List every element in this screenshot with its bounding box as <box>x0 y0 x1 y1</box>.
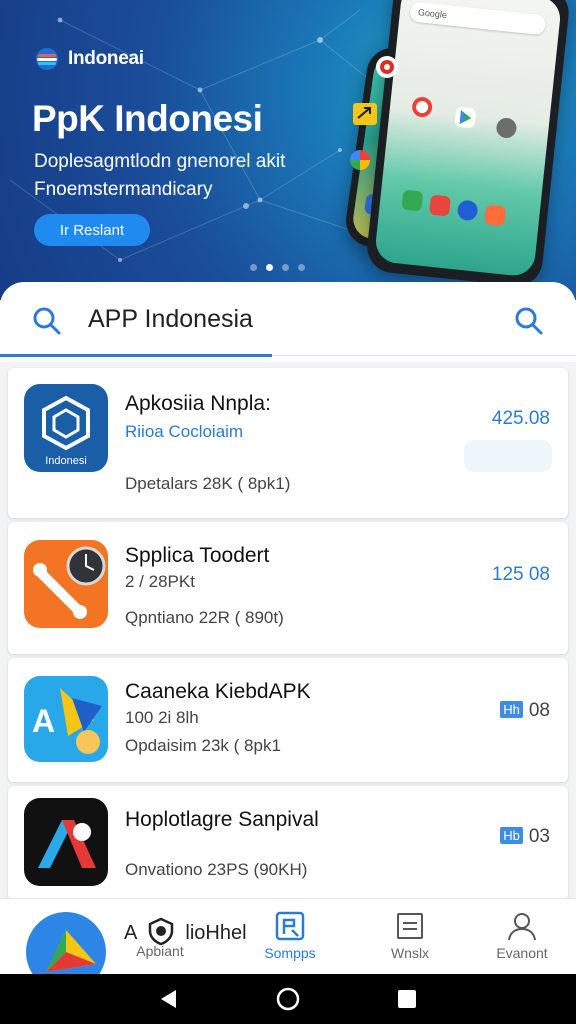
mail-app-icon <box>428 194 451 217</box>
nav-label: Wnslx <box>390 945 430 961</box>
nav-label: Apbiant <box>136 943 184 959</box>
browser-app-icon <box>456 199 479 222</box>
app-list-item[interactable]: Indonesi Apkosiia Nnpla: Riioa Cocloiaim… <box>8 368 568 518</box>
app-meta: Dpetalars 28K ( 8pk1) <box>125 474 291 493</box>
brand-name: Indoneai <box>68 48 144 69</box>
app-price[interactable]: Hh 08 <box>500 700 550 722</box>
carousel-dot[interactable] <box>250 264 257 271</box>
camera-app-icon <box>484 204 507 227</box>
app-name: Spplica Toodert <box>125 544 270 567</box>
nav-label: Sompps <box>264 945 316 961</box>
phone-illustration-front: Google <box>364 0 572 289</box>
search-input[interactable]: APP Indonesia <box>88 305 253 334</box>
back-triangle-icon <box>161 990 177 1008</box>
arrow-badge-icon <box>353 103 377 125</box>
price-tag: Hh <box>500 701 523 718</box>
settings-icon <box>495 117 518 139</box>
nav-account[interactable]: Evanont <box>474 906 570 972</box>
home-button[interactable] <box>273 984 303 1014</box>
app-subtitle: 2 / 28PKt <box>125 572 195 591</box>
recents-button[interactable] <box>392 984 422 1014</box>
app-red-a-icon <box>24 798 108 886</box>
app-name: Hoplotlagre Sanpival <box>125 808 319 831</box>
brand: Indoneai <box>34 46 144 72</box>
hero-title: PpK Indonesi <box>32 98 263 139</box>
svg-text:Indonesi: Indonesi <box>45 455 87 467</box>
app-list-item[interactable]: Spplica Toodert 2 / 28PKt Qpntiano 22R (… <box>8 522 568 654</box>
apps-icon <box>275 911 305 941</box>
app-name: Caaneka KiebdAPK <box>125 680 311 703</box>
app-price[interactable]: 425.08 <box>492 408 550 430</box>
carousel-dot[interactable] <box>282 264 289 271</box>
play-store-icon <box>454 106 477 129</box>
svg-text:A: A <box>32 703 55 739</box>
back-button[interactable] <box>154 984 184 1014</box>
app-list-item[interactable]: Hoplotlagre Sanpival Onvationo 23PS (90K… <box>8 786 568 900</box>
app-subtitle: 100 2i 8lh <box>125 708 199 727</box>
price-tag: Hb <box>500 827 523 844</box>
app-cube-icon: Indonesi <box>24 384 108 472</box>
search-sheet <box>0 282 576 362</box>
app-name: Apkosiia Nnpla: <box>125 392 271 415</box>
app-meta: Onvationo 23PS (90KH) <box>125 860 308 879</box>
list-icon <box>397 913 423 939</box>
photos-icon <box>411 96 434 119</box>
record-icon <box>376 56 398 78</box>
phone-search-bar: Google <box>409 1 547 36</box>
nav-apps[interactable]: Sompps <box>242 906 338 972</box>
pinwheel-icon <box>350 150 370 170</box>
search-submit-icon[interactable] <box>514 306 544 336</box>
carousel-dots[interactable] <box>250 264 305 271</box>
app-list-item[interactable]: A Caaneka KiebdAPK 100 2i 8lh Opdaisim 2… <box>8 658 568 782</box>
nav-list[interactable]: Wnslx <box>362 906 458 972</box>
system-navigation-bar <box>0 974 576 1024</box>
carousel-dot[interactable] <box>298 264 305 271</box>
nav-label: Evanont <box>496 945 548 961</box>
call-app-icon <box>401 189 424 212</box>
price-value: 08 <box>528 700 550 721</box>
hero-banner[interactable]: Indoneai PpK Indonesi Doplesagmtlodn gne… <box>0 0 576 300</box>
app-price[interactable]: Hb 03 <box>500 826 550 848</box>
search-icon[interactable] <box>32 306 62 336</box>
nav-home[interactable]: Apbiant <box>112 906 208 972</box>
app-meta: Opdaisim 23k ( 8pk1 <box>125 736 281 755</box>
app-meta: Qpntiano 22R ( 890t) <box>125 608 284 627</box>
install-button[interactable] <box>464 440 552 472</box>
home-circle-icon <box>276 987 300 1011</box>
carousel-dot-active[interactable] <box>266 264 273 271</box>
recents-square-icon <box>397 990 416 1008</box>
app-letter-a-icon: A <box>24 676 108 762</box>
app-tools-icon <box>24 540 108 628</box>
hero-subtitle: Doplesagmtlodn gnenorel akit Fnoemsterma… <box>34 151 286 200</box>
brand-logo-icon <box>36 48 58 70</box>
home-icon <box>112 906 208 940</box>
active-tab-indicator <box>0 354 272 357</box>
hero-cta-button[interactable]: Ir Reslant <box>34 214 150 246</box>
price-value: 03 <box>528 826 550 847</box>
app-price[interactable]: 125 08 <box>492 564 550 586</box>
app-developer[interactable]: Riioa Cocloiaim <box>125 422 243 442</box>
person-icon <box>508 913 536 941</box>
